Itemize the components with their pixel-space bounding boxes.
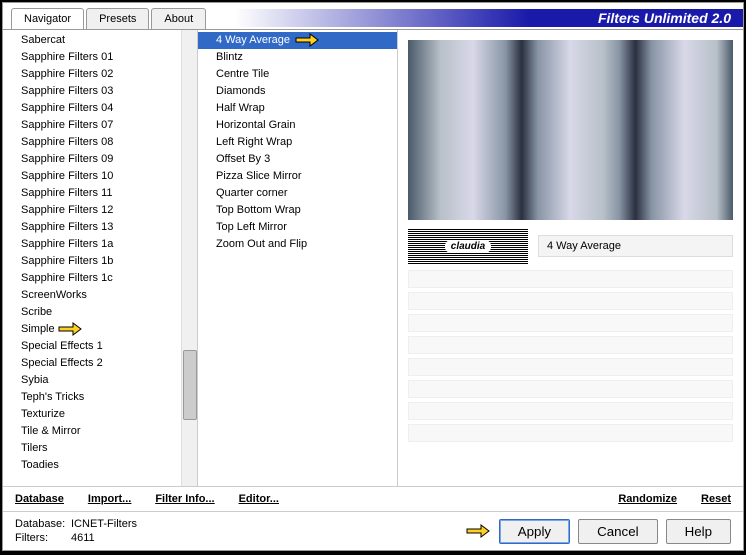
filter-item[interactable]: Blintz (198, 49, 397, 66)
category-item[interactable]: Sapphire Filters 10 (3, 168, 181, 185)
filter-item[interactable]: Top Left Mirror (198, 219, 397, 236)
database-button[interactable]: Database (15, 493, 64, 505)
filter-item[interactable]: Horizontal Grain (198, 117, 397, 134)
category-column: SabercatSapphire Filters 01Sapphire Filt… (3, 30, 198, 486)
filter-item[interactable]: Pizza Slice Mirror (198, 168, 397, 185)
reset-button[interactable]: Reset (701, 493, 731, 505)
main-window: NavigatorPresetsAbout Filters Unlimited … (2, 2, 744, 551)
editor-button[interactable]: Editor... (239, 493, 279, 505)
param-row (408, 292, 733, 310)
filter-item[interactable]: Offset By 3 (198, 151, 397, 168)
pointer-hand-icon (465, 521, 491, 541)
tab-navigator[interactable]: Navigator (11, 8, 84, 29)
filters-count-value: 4611 (71, 532, 95, 544)
filter-item[interactable]: Left Right Wrap (198, 134, 397, 151)
param-row (408, 402, 733, 420)
category-item[interactable]: Scribe (3, 304, 181, 321)
param-row (408, 314, 733, 332)
param-row (408, 380, 733, 398)
category-item[interactable]: Sapphire Filters 02 (3, 66, 181, 83)
filter-info-row: claudia 4 Way Average (408, 228, 733, 264)
category-list[interactable]: SabercatSapphire Filters 01Sapphire Filt… (3, 30, 181, 486)
category-item[interactable]: ScreenWorks (3, 287, 181, 304)
db-label: Database: (15, 518, 71, 530)
filter-item[interactable]: Zoom Out and Flip (198, 236, 397, 253)
category-item[interactable]: Sapphire Filters 1b (3, 253, 181, 270)
toolbar: Database Import... Filter Info... Editor… (3, 486, 743, 511)
bottom-bar: Database: ICNET-Filters Filters: 4611 Ap… (3, 511, 743, 550)
preview-column: claudia 4 Way Average (398, 30, 743, 486)
author-logo: claudia (408, 228, 528, 264)
title-bar: Filters Unlimited 2.0 (208, 9, 743, 27)
tab-bar: NavigatorPresetsAbout (11, 8, 208, 29)
category-item[interactable]: Simple (3, 321, 181, 338)
pointer-hand-icon (57, 319, 83, 339)
import-button[interactable]: Import... (88, 493, 131, 505)
current-filter-name: 4 Way Average (538, 235, 733, 257)
category-item[interactable]: Sapphire Filters 1a (3, 236, 181, 253)
db-value: ICNET-Filters (71, 518, 137, 530)
filter-list[interactable]: 4 Way AverageBlintzCentre TileDiamondsHa… (198, 30, 397, 486)
param-row (408, 270, 733, 288)
category-item[interactable]: Sapphire Filters 08 (3, 134, 181, 151)
filter-info-button[interactable]: Filter Info... (155, 493, 214, 505)
category-item[interactable]: Sapphire Filters 1c (3, 270, 181, 287)
category-item[interactable]: Sapphire Filters 13 (3, 219, 181, 236)
author-logo-text: claudia (445, 240, 491, 253)
category-item[interactable]: Sapphire Filters 01 (3, 49, 181, 66)
category-item[interactable]: Sapphire Filters 04 (3, 100, 181, 117)
category-item[interactable]: Special Effects 1 (3, 338, 181, 355)
help-button[interactable]: Help (666, 519, 731, 544)
status-info: Database: ICNET-Filters Filters: 4611 (15, 518, 137, 544)
category-item[interactable]: Sabercat (3, 32, 181, 49)
pointer-hand-icon (294, 30, 320, 50)
category-item[interactable]: Tile & Mirror (3, 423, 181, 440)
category-item[interactable]: Special Effects 2 (3, 355, 181, 372)
category-scrollbar[interactable] (181, 30, 197, 486)
filter-item[interactable]: Quarter corner (198, 185, 397, 202)
scroll-thumb[interactable] (183, 350, 197, 420)
category-item[interactable]: Teph's Tricks (3, 389, 181, 406)
filters-count-label: Filters: (15, 532, 71, 544)
param-row (408, 358, 733, 376)
button-row: Apply Cancel Help (465, 519, 731, 544)
filter-item[interactable]: Half Wrap (198, 100, 397, 117)
category-item[interactable]: Texturize (3, 406, 181, 423)
tab-about[interactable]: About (151, 8, 206, 29)
category-item[interactable]: Sapphire Filters 12 (3, 202, 181, 219)
filter-item[interactable]: 4 Way Average (198, 32, 397, 49)
header: NavigatorPresetsAbout Filters Unlimited … (3, 3, 743, 29)
apply-button[interactable]: Apply (499, 519, 570, 544)
filter-column: 4 Way AverageBlintzCentre TileDiamondsHa… (198, 30, 398, 486)
category-item[interactable]: Sapphire Filters 11 (3, 185, 181, 202)
category-item[interactable]: Sapphire Filters 09 (3, 151, 181, 168)
category-item[interactable]: Sapphire Filters 03 (3, 83, 181, 100)
filter-item[interactable]: Top Bottom Wrap (198, 202, 397, 219)
randomize-button[interactable]: Randomize (618, 493, 677, 505)
category-item[interactable]: Sybia (3, 372, 181, 389)
cancel-button[interactable]: Cancel (578, 519, 658, 544)
category-item[interactable]: Sapphire Filters 07 (3, 117, 181, 134)
app-title: Filters Unlimited 2.0 (598, 10, 731, 26)
main-panel: SabercatSapphire Filters 01Sapphire Filt… (3, 29, 743, 486)
category-item[interactable]: Tilers (3, 440, 181, 457)
tab-presets[interactable]: Presets (86, 8, 149, 29)
param-row (408, 336, 733, 354)
filter-item[interactable]: Centre Tile (198, 66, 397, 83)
filter-item[interactable]: Diamonds (198, 83, 397, 100)
param-row (408, 424, 733, 442)
preview-image (408, 40, 733, 220)
category-item[interactable]: Toadies (3, 457, 181, 474)
